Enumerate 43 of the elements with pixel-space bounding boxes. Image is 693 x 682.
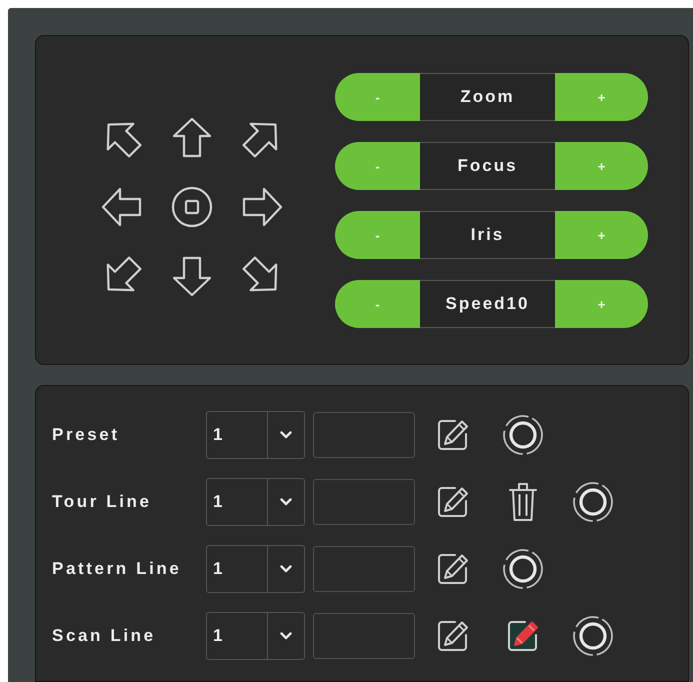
ring-icon[interactable] bbox=[501, 547, 545, 591]
row-label: Scan Line bbox=[52, 626, 157, 646]
edit-icon[interactable] bbox=[505, 618, 541, 654]
edit-icon[interactable] bbox=[435, 484, 471, 520]
name-field[interactable] bbox=[313, 613, 415, 659]
caret-icon bbox=[280, 632, 292, 640]
minus-button[interactable]: - bbox=[335, 142, 420, 190]
edit-icon[interactable] bbox=[435, 417, 471, 453]
trash-icon[interactable] bbox=[508, 482, 538, 522]
minus-button[interactable]: - bbox=[335, 211, 420, 259]
plus-button[interactable]: + bbox=[555, 73, 648, 121]
caret-icon bbox=[280, 498, 292, 506]
number-dropdown[interactable]: 1 bbox=[206, 478, 305, 526]
caret-icon bbox=[280, 565, 292, 573]
arrow-up-icon[interactable] bbox=[170, 116, 214, 160]
plus-button[interactable]: + bbox=[555, 142, 648, 190]
row-label: Tour Line bbox=[52, 492, 153, 512]
control-label: Zoom bbox=[420, 73, 555, 121]
name-field[interactable] bbox=[313, 479, 415, 525]
arrow-right-icon[interactable] bbox=[240, 185, 284, 229]
ring-icon[interactable] bbox=[571, 614, 615, 658]
name-field[interactable] bbox=[313, 412, 415, 458]
number-dropdown[interactable]: 1 bbox=[206, 411, 305, 459]
name-field[interactable] bbox=[313, 546, 415, 592]
caret-icon bbox=[280, 431, 292, 439]
number-dropdown[interactable]: 1 bbox=[206, 545, 305, 593]
minus-button[interactable]: - bbox=[335, 280, 420, 328]
row-label: Preset bbox=[52, 425, 121, 445]
arrow-down-icon[interactable] bbox=[170, 254, 214, 298]
ring-icon[interactable] bbox=[501, 413, 545, 457]
plus-button[interactable]: + bbox=[555, 211, 648, 259]
ring-icon[interactable] bbox=[571, 480, 615, 524]
control-label: Speed10 bbox=[420, 280, 555, 328]
control-label: Iris bbox=[420, 211, 555, 259]
control-label: Focus bbox=[420, 142, 555, 190]
row-label: Pattern Line bbox=[52, 559, 182, 579]
plus-button[interactable]: + bbox=[555, 280, 648, 328]
edit-icon[interactable] bbox=[435, 551, 471, 587]
number-dropdown[interactable]: 1 bbox=[206, 612, 305, 660]
arrow-left-icon[interactable] bbox=[100, 185, 144, 229]
minus-button[interactable]: - bbox=[335, 73, 420, 121]
edit-icon[interactable] bbox=[435, 618, 471, 654]
center-ring-icon[interactable] bbox=[170, 185, 214, 229]
